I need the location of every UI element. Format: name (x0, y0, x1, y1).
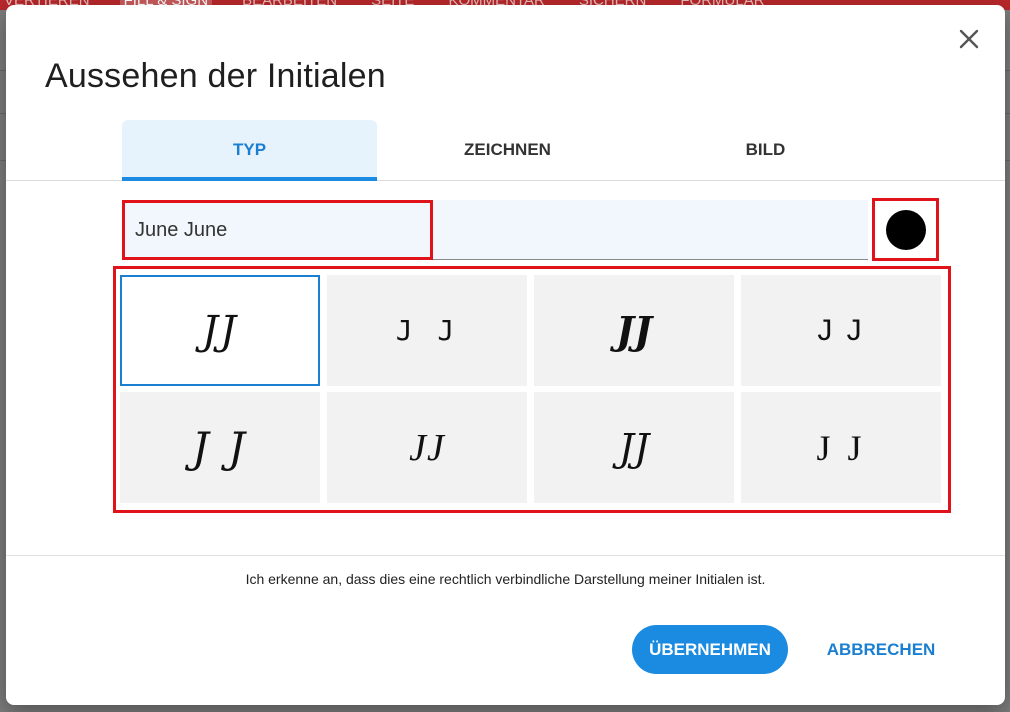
initials-style-option[interactable]: JJ (120, 275, 320, 386)
tab-typ[interactable]: TYP (122, 120, 377, 181)
tab-bar: TYP ZEICHNEN BILD (6, 119, 1005, 181)
initials-preview: J J (816, 427, 866, 468)
initials-preview: JJ (616, 308, 652, 353)
initials-style-option[interactable]: J J (741, 392, 941, 503)
initials-preview: J J (395, 314, 459, 347)
tab-bild[interactable]: BILD (638, 120, 893, 180)
apply-button[interactable]: ÜBERNEHMEN (632, 625, 788, 674)
initials-preview: JJ (201, 307, 239, 354)
initials-style-option[interactable]: J J (741, 275, 941, 386)
initials-preview: JJ (618, 425, 650, 470)
color-picker[interactable] (872, 198, 939, 261)
tab-zeichnen[interactable]: ZEICHNEN (380, 120, 635, 180)
initials-preview: J J (191, 423, 249, 472)
initials-preview: J J (817, 313, 865, 347)
initials-style-option[interactable]: JJ (534, 392, 734, 503)
initials-dialog: Aussehen der Initialen TYP ZEICHNEN BILD… (6, 5, 1005, 705)
initials-style-grid: JJ J J JJ J J J J JJ JJ J J (113, 266, 951, 513)
initials-style-option[interactable]: JJ (534, 275, 734, 386)
initials-style-option[interactable]: JJ (327, 392, 527, 503)
footer-divider (6, 555, 1005, 556)
initials-preview: JJ (409, 426, 445, 469)
consent-text: Ich erkenne an, dass dies eine rechtlich… (245, 571, 766, 587)
name-input[interactable] (122, 200, 433, 260)
dialog-title: Aussehen der Initialen (45, 57, 386, 95)
cancel-button[interactable]: ABBRECHEN (816, 625, 946, 674)
name-field (122, 200, 868, 260)
initials-style-option[interactable]: J J (120, 392, 320, 503)
color-swatch[interactable] (885, 209, 926, 250)
initials-style-option[interactable]: J J (327, 275, 527, 386)
close-button[interactable] (957, 27, 981, 51)
close-icon (959, 29, 979, 49)
